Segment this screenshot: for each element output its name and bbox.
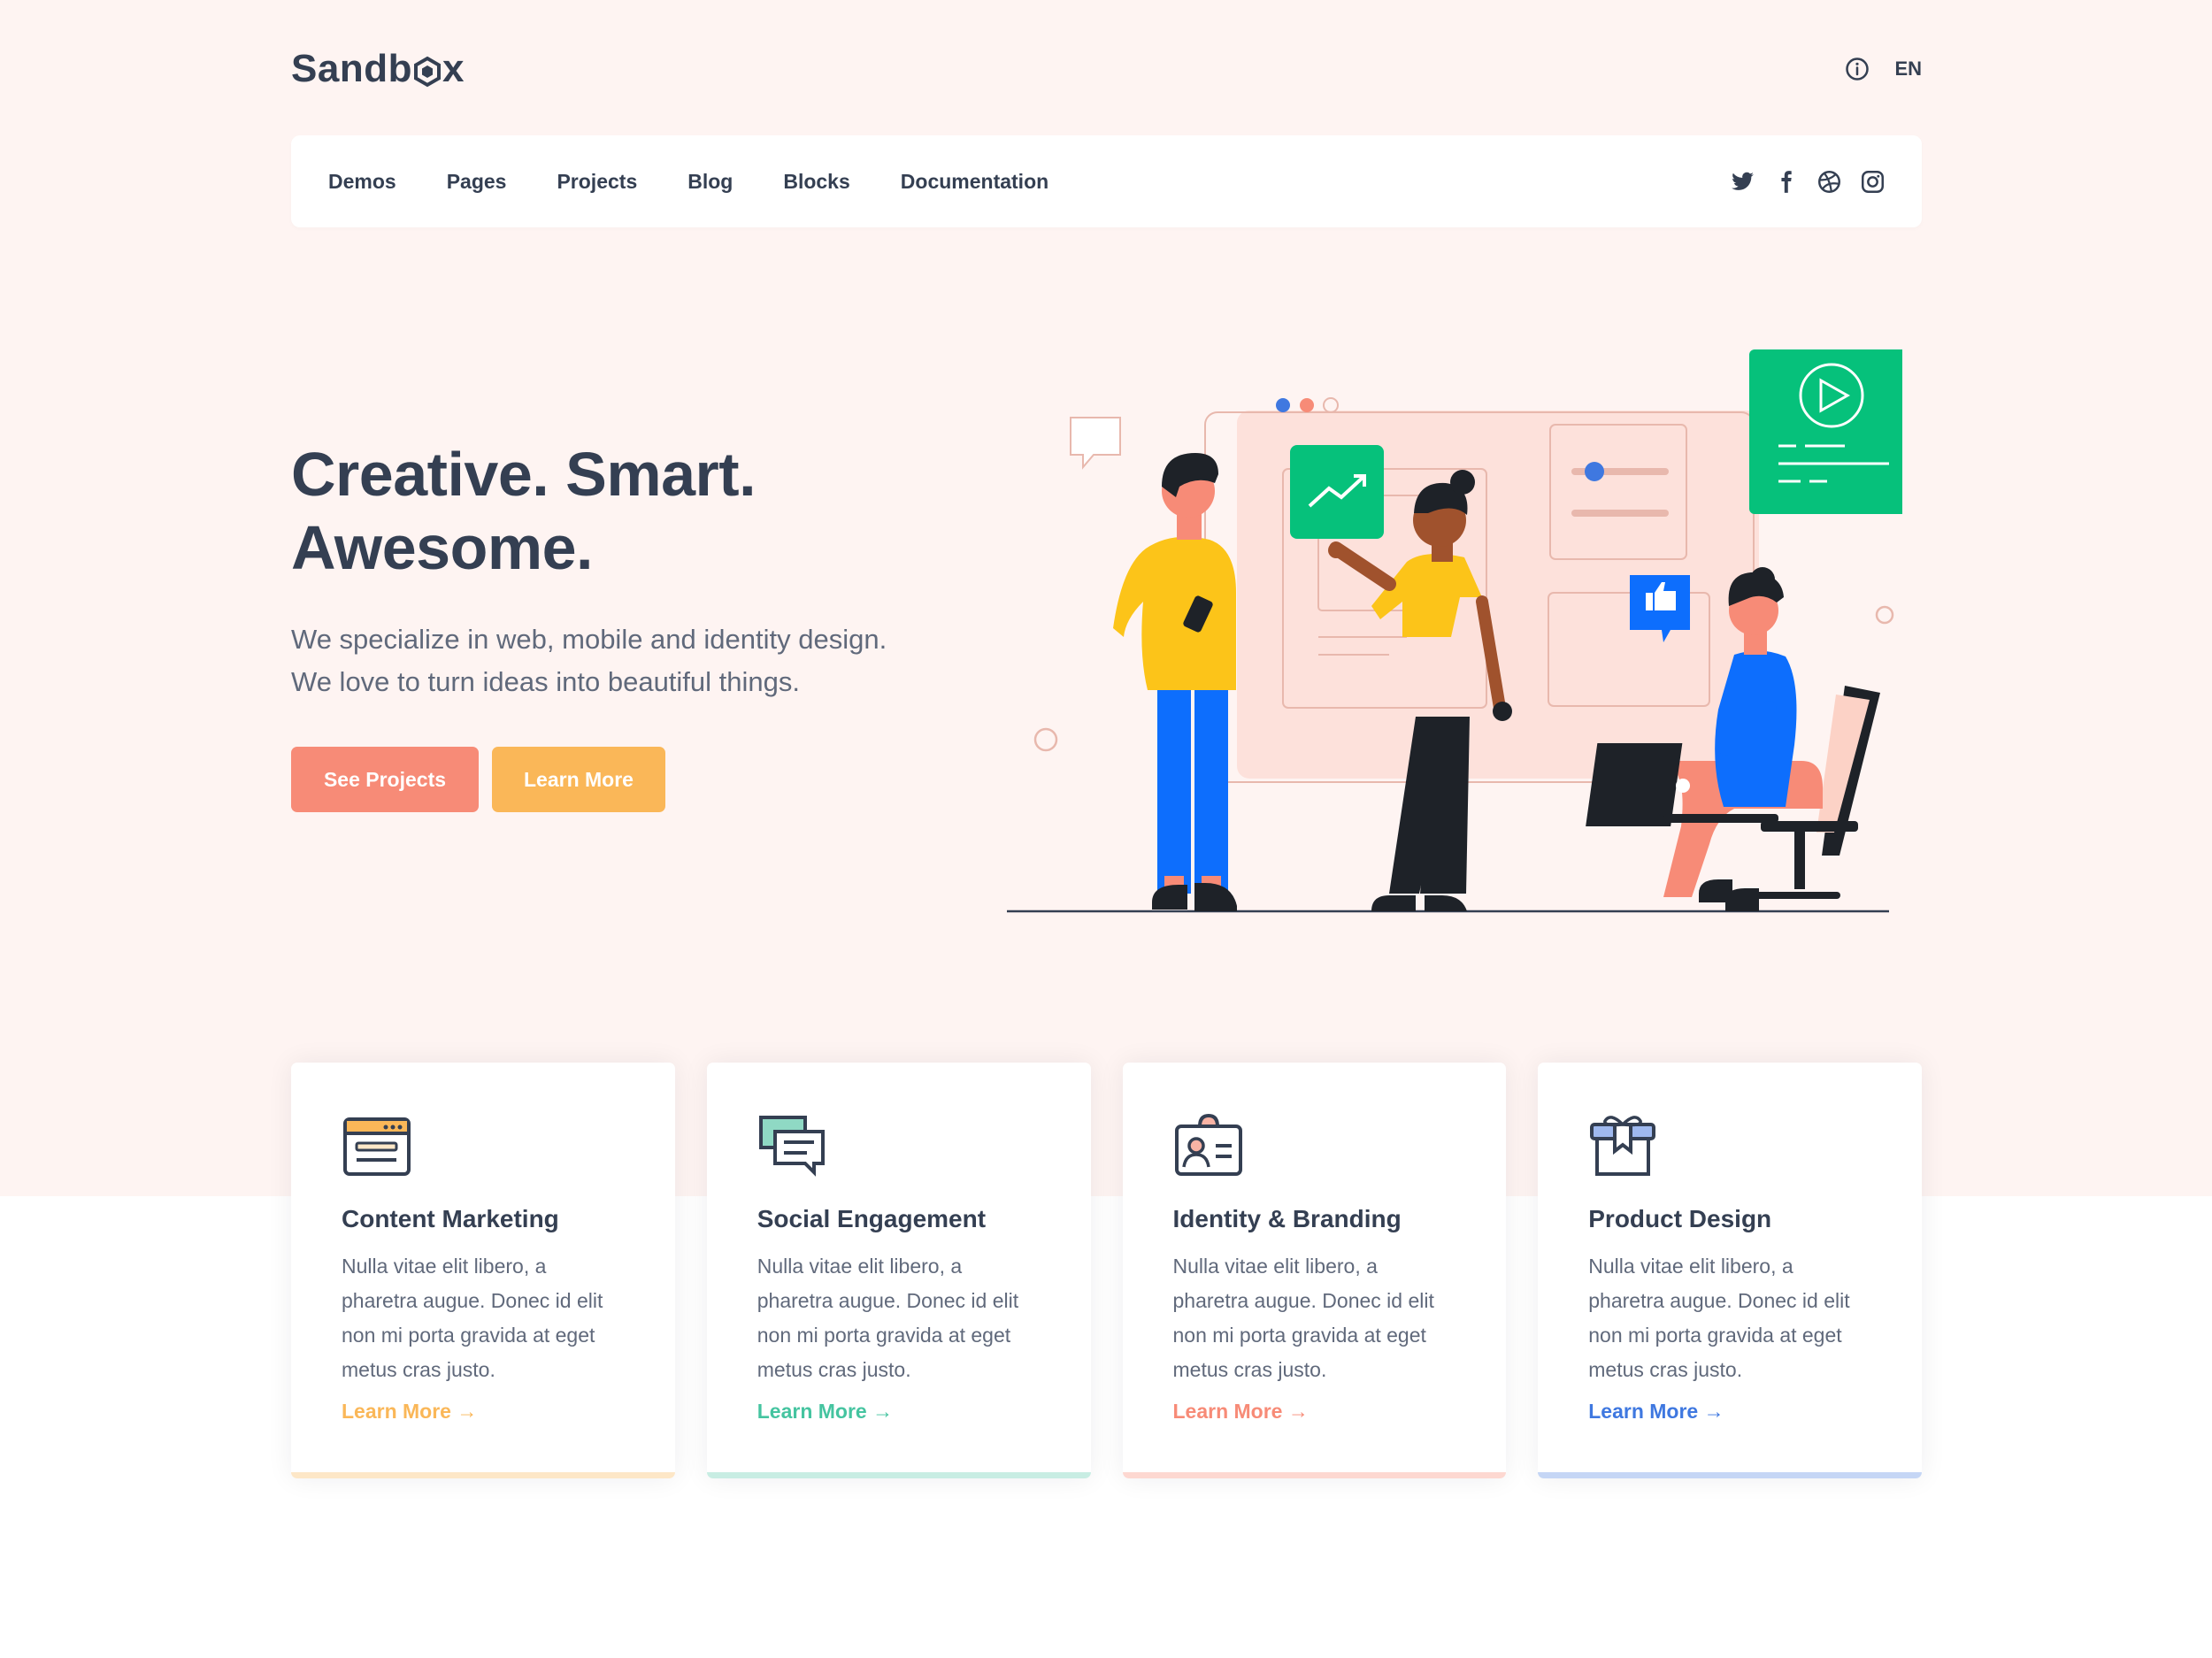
hero-illustration [1007,349,1902,913]
learn-more-button[interactable]: Learn More [492,747,665,812]
see-projects-button[interactable]: See Projects [291,747,479,812]
social-links [1731,170,1885,194]
hero-text: Creative. Smart. Awesome. We specialize … [291,438,964,812]
language-selector[interactable]: EN [1894,58,1922,81]
chat-bubbles-icon [758,1116,825,1177]
card-social-engagement: Social Engagement Nulla vitae elit liber… [706,1063,1091,1478]
info-icon[interactable] [1845,57,1870,81]
card-accent-bar [706,1472,1091,1478]
card-content-marketing: Content Marketing Nulla vitae elit liber… [291,1063,675,1478]
nav-links: Demos Pages Projects Blog Blocks Documen… [328,170,1048,194]
browser-window-icon [343,1117,411,1176]
twitter-icon[interactable] [1731,170,1755,194]
card-title: Product Design [1588,1205,1772,1232]
card-text: Nulla vitae elit libero, a pharetra augu… [1588,1255,1850,1381]
top-bar: Sandb x EN [291,0,1922,137]
nav-demos[interactable]: Demos [328,170,396,194]
nav-blog[interactable]: Blog [687,170,733,194]
nav-pages[interactable]: Pages [447,170,507,194]
card-product-design: Product Design Nulla vitae elit libero, … [1538,1063,1922,1478]
gift-box-icon [1590,1116,1656,1176]
card-title: Content Marketing [342,1205,559,1232]
logo[interactable]: Sandb x [291,47,465,91]
nav-documentation[interactable]: Documentation [901,170,1048,194]
card-text: Nulla vitae elit libero, a pharetra augu… [757,1255,1019,1381]
hero-title: Creative. Smart. Awesome. [291,440,757,582]
card-learn-more-link[interactable]: Learn More → [342,1400,477,1424]
card-learn-more-link[interactable]: Learn More → [757,1400,893,1424]
top-right-utilities: EN [1845,57,1922,81]
hero-buttons: See Projects Learn More [291,747,964,812]
facebook-icon[interactable] [1774,170,1798,194]
id-card-icon [1174,1113,1242,1176]
instagram-icon[interactable] [1861,170,1885,194]
nav-blocks[interactable]: Blocks [783,170,849,194]
card-text: Nulla vitae elit libero, a pharetra augu… [1172,1255,1434,1381]
card-title: Identity & Branding [1172,1205,1402,1232]
card-title: Social Engagement [757,1205,987,1232]
card-learn-more-link[interactable]: Learn More → [1588,1400,1724,1424]
card-accent-bar [1538,1472,1922,1478]
card-identity-branding: Identity & Branding Nulla vitae elit lib… [1122,1063,1507,1478]
card-text: Nulla vitae elit libero, a pharetra augu… [342,1255,603,1381]
navbar: Demos Pages Projects Blog Blocks Documen… [291,135,1922,227]
nav-projects[interactable]: Projects [557,170,637,194]
card-learn-more-link[interactable]: Learn More → [1173,1400,1309,1424]
dribbble-icon[interactable] [1817,170,1841,194]
card-accent-bar [291,1472,675,1478]
card-accent-bar [1122,1472,1507,1478]
logo-hexagon-icon [413,56,441,87]
service-cards: Content Marketing Nulla vitae elit liber… [291,1063,1922,1478]
hero-subtitle: We specialize in web, mobile and identit… [291,624,887,697]
